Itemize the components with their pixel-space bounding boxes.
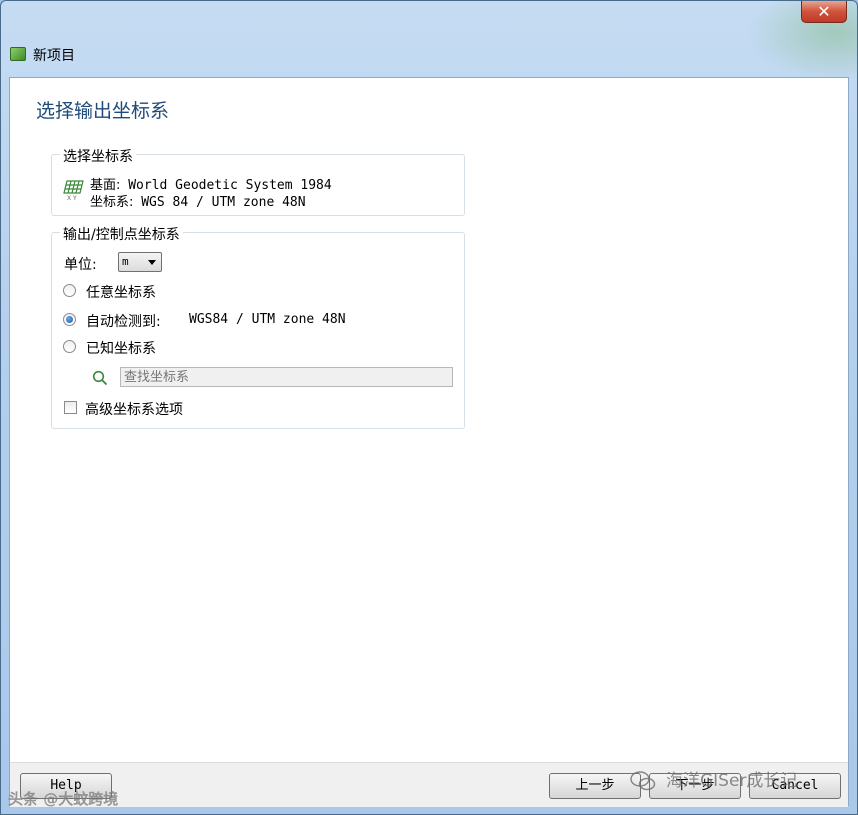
radio-button[interactable] <box>63 340 76 353</box>
watermark-right-text: 海洋GISer成长记 <box>666 771 798 791</box>
page-title: 选择输出坐标系 <box>36 100 170 122</box>
svg-text:X Y: X Y <box>67 195 77 201</box>
dropdown-arrow-icon <box>148 260 156 265</box>
unit-value: m <box>122 255 129 268</box>
radio-button[interactable] <box>63 284 76 297</box>
window-title: 新项目 <box>33 48 75 64</box>
advanced-options-checkbox[interactable] <box>64 401 77 414</box>
output-cs-group: 输出/控制点坐标系 单位: m 任意坐标系 自动检测到: WGS84 / UTM… <box>51 224 465 429</box>
radio-button-selected[interactable] <box>63 313 76 326</box>
wechat-icon <box>630 771 656 791</box>
titlebar: 新项目 ✕ <box>1 1 857 77</box>
grid-xy-icon: X Y <box>63 180 84 201</box>
select-cs-group: 选择坐标系 X Y 基面: World Geodetic System 1984… <box>51 146 465 216</box>
watermark-right: 海洋GISer成长记 <box>630 766 797 791</box>
search-cs-input[interactable] <box>120 367 453 387</box>
back-button[interactable]: 上一步 <box>549 773 641 799</box>
close-button[interactable]: ✕ <box>801 1 847 23</box>
cs-line: 坐标系: WGS 84 / UTM zone 48N <box>90 191 306 210</box>
radio-label: 自动检测到: <box>86 314 161 330</box>
select-cs-legend: 选择坐标系 <box>60 146 136 166</box>
output-cs-legend: 输出/控制点坐标系 <box>60 224 183 244</box>
unit-select[interactable]: m <box>118 252 162 272</box>
app-icon <box>10 47 26 61</box>
unit-label: 单位: <box>64 257 97 273</box>
search-icon <box>92 370 108 386</box>
dialog-content: 选择输出坐标系 选择坐标系 X Y 基面: World Geodetic Sys… <box>9 77 849 807</box>
radio-label: 已知坐标系 <box>86 341 156 357</box>
cs-label: 坐标系: <box>90 195 134 210</box>
advanced-options-label: 高级坐标系选项 <box>85 402 183 418</box>
watermark-left: 头条 @大蚊跨境 <box>8 790 119 808</box>
detected-cs-value: WGS84 / UTM zone 48N <box>189 312 346 327</box>
dialog-window: 新项目 ✕ 选择输出坐标系 选择坐标系 X Y 基面: World Geodet… <box>0 0 858 815</box>
radio-label: 任意坐标系 <box>86 285 156 301</box>
cs-value: WGS 84 / UTM zone 48N <box>141 195 306 210</box>
